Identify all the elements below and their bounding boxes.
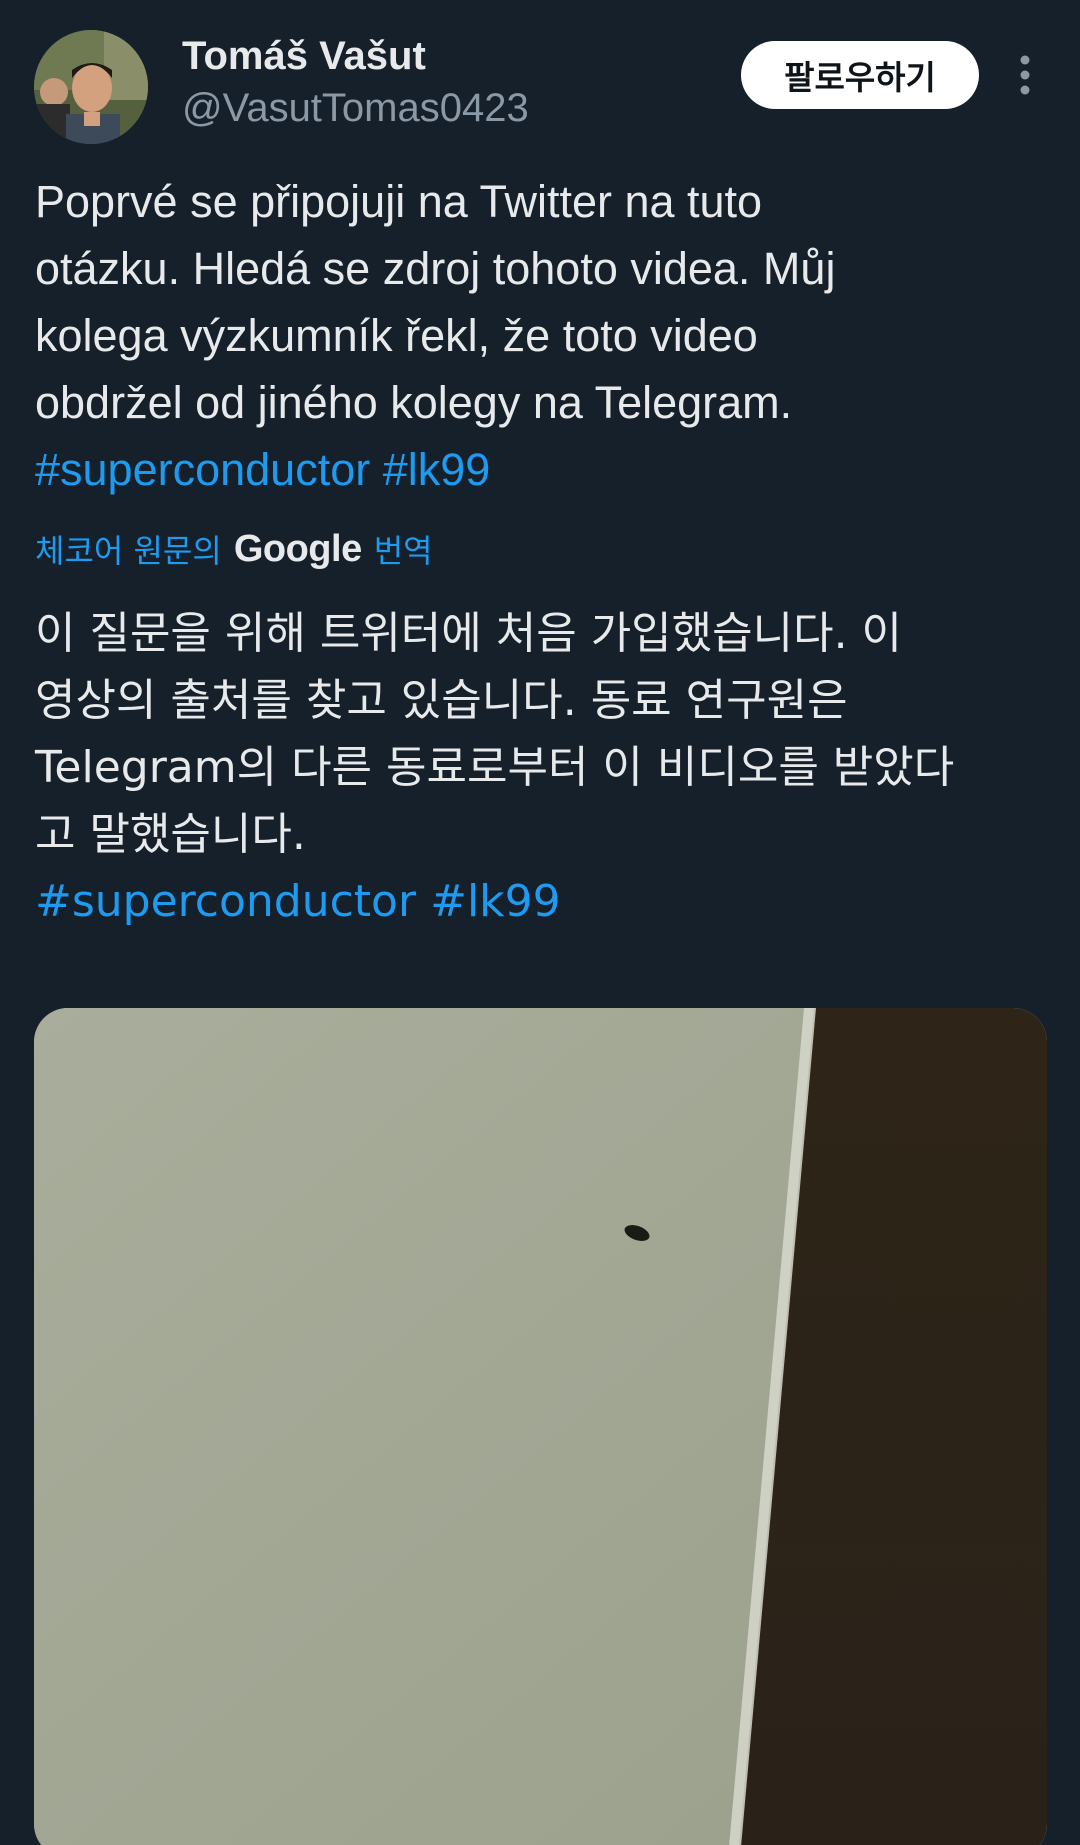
- translated-text-line: Telegram의 다른 동료로부터 이 비디오를 받았다: [35, 742, 955, 793]
- tweet-detail-page: Tomáš Vašut @VasutTomas0423 팔로우하기 Poprvé…: [0, 0, 1080, 1845]
- tweet-hashtags: #superconductor #lk99: [35, 436, 1045, 503]
- translation-prefix: 체코어 원문의: [35, 532, 222, 570]
- more-vertical-icon[interactable]: [1010, 52, 1040, 98]
- tweet-text-line: Poprvé se připojuji na Twitter na tuto: [35, 176, 763, 227]
- translated-body: 이 질문을 위해 트위터에 처음 가입했습니다. 이 영상의 출처를 찾고 있습…: [35, 600, 1045, 935]
- google-logo: Google: [233, 527, 362, 570]
- translated-text-line: 영상의 출처를 찾고 있습니다. 동료 연구원은: [35, 675, 848, 726]
- translated-text-line: 이 질문을 위해 트위터에 처음 가입했습니다. 이: [35, 608, 903, 659]
- follow-button[interactable]: 팔로우하기: [741, 41, 979, 109]
- author-handle[interactable]: @VasutTomas0423: [182, 86, 529, 131]
- author-avatar[interactable]: [34, 30, 148, 144]
- tweet-header: Tomáš Vašut @VasutTomas0423 팔로우하기: [0, 0, 1080, 160]
- tweet-text-line: otázku. Hledá se zdroj tohoto videa. Můj: [35, 243, 836, 294]
- translated-text-line: 고 말했습니다.: [35, 809, 306, 860]
- tweet-text-line: kolega výzkumník řekl, že toto video: [35, 310, 758, 361]
- tweet-text-line: obdržel od jiného kolegy na Telegram.: [35, 377, 793, 428]
- avatar-photo: [34, 30, 148, 144]
- translation-suffix: 번역: [373, 532, 433, 570]
- hashtag-link[interactable]: #superconductor: [35, 876, 416, 927]
- translated-hashtags: #superconductor #lk99: [35, 868, 1045, 935]
- translation-attribution[interactable]: 체코어 원문의 Google 번역: [35, 524, 433, 574]
- hashtag-link[interactable]: #lk99: [383, 444, 491, 495]
- hashtag-link[interactable]: #superconductor: [35, 444, 370, 495]
- hashtag-link[interactable]: #lk99: [430, 876, 561, 927]
- author-name[interactable]: Tomáš Vašut: [182, 34, 426, 79]
- tweet-video-media[interactable]: [34, 1008, 1047, 1845]
- video-frame: [34, 1008, 1047, 1845]
- tweet-body: Poprvé se připojuji na Twitter na tuto o…: [35, 168, 1045, 503]
